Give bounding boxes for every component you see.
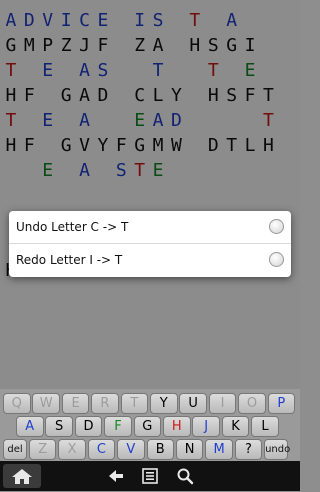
key-d[interactable]: D [74, 416, 103, 437]
key-j[interactable]: J [192, 416, 220, 437]
key-q[interactable]: Q [3, 393, 31, 414]
key-b[interactable]: B [146, 439, 174, 460]
key-r[interactable]: R [91, 393, 119, 414]
home-icon [12, 469, 32, 484]
key-x[interactable]: X [58, 439, 86, 460]
letter-keyboard: Q W E R T Y U I O P A S D F G H J K Ldel Z X C V B N M? undo [0, 389, 300, 461]
key-a[interactable]: A [16, 416, 44, 437]
key-f[interactable]: F [104, 416, 132, 437]
system-navigation-bar [0, 461, 300, 491]
keyboard-row3: del Z X C V B N M? undo [0, 439, 300, 461]
key-g[interactable]: G [133, 416, 162, 437]
undo-option-label: Undo Letter C -> T [16, 220, 129, 234]
key-?[interactable]: ? [234, 439, 263, 460]
key-v[interactable]: V [117, 439, 145, 460]
keyboard-row2: ASDFGHJKL [0, 416, 300, 438]
key-p[interactable]: P [267, 393, 296, 414]
undo-radio-button[interactable] [269, 219, 284, 234]
redo-option[interactable]: Redo Letter I -> T [9, 243, 291, 276]
undo-redo-dialog: Undo Letter C -> T Redo Letter I -> T [9, 211, 291, 277]
key-e[interactable]: E [61, 393, 90, 414]
key-i[interactable]: I [208, 393, 237, 414]
del-key[interactable]: del [3, 439, 27, 460]
key-o[interactable]: O [238, 393, 266, 414]
menu-icon[interactable] [141, 467, 159, 485]
undo-option[interactable]: Undo Letter C -> T [9, 211, 291, 243]
key-w[interactable]: W [32, 393, 60, 414]
key-l[interactable]: L [251, 416, 279, 437]
key-t[interactable]: T [120, 393, 149, 414]
key-h[interactable]: H [163, 416, 191, 437]
key-c[interactable]: C [87, 439, 116, 460]
key-m[interactable]: M [205, 439, 233, 460]
undo-key[interactable]: undo [264, 439, 290, 460]
keyboard-row1: QWERTYUIOP [0, 393, 300, 415]
redo-option-label: Redo Letter I -> T [16, 253, 123, 267]
home-button[interactable] [3, 464, 41, 488]
key-s[interactable]: S [45, 416, 73, 437]
key-u[interactable]: U [179, 393, 207, 414]
back-arrow-icon[interactable] [107, 467, 125, 485]
key-n[interactable]: N [175, 439, 204, 460]
search-icon[interactable] [176, 467, 194, 485]
key-y[interactable]: Y [150, 393, 178, 414]
dialog-backdrop[interactable] [0, 0, 300, 389]
redo-radio-button[interactable] [269, 252, 284, 267]
key-k[interactable]: K [221, 416, 250, 437]
puzzle-screen: ADVICE IS T A GMPZJF ZA HSGI T E AS T T … [0, 0, 300, 389]
key-z[interactable]: Z [28, 439, 57, 460]
